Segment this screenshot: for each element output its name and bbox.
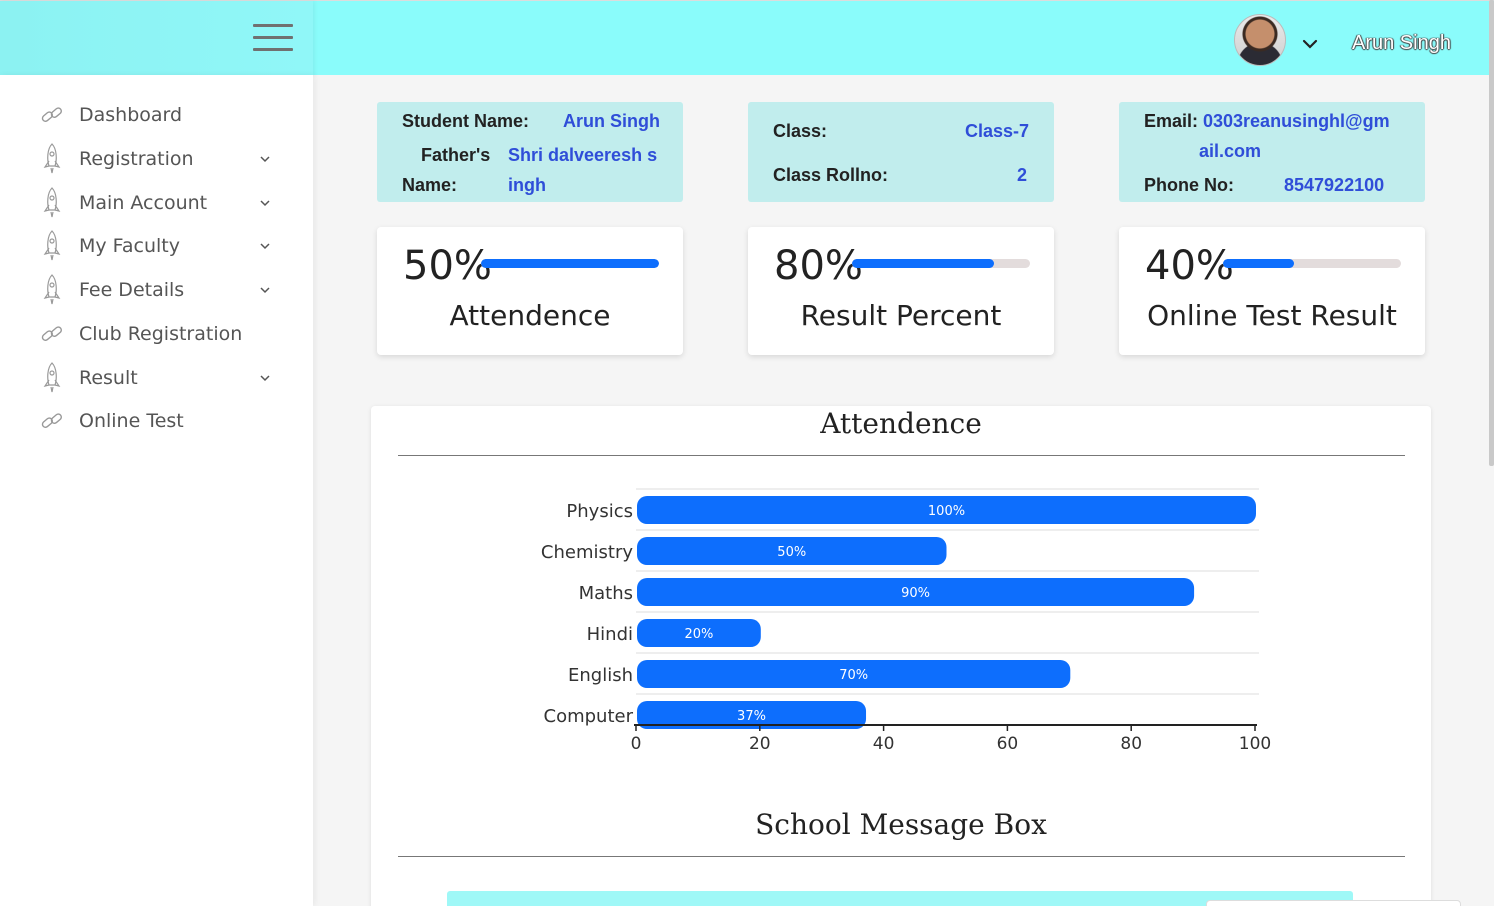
data-label: 100% bbox=[928, 504, 965, 519]
stat-percent: 80% bbox=[774, 243, 863, 289]
phone-value: 8547922100 bbox=[1284, 175, 1385, 195]
message-box-title: School Message Box bbox=[755, 808, 1047, 841]
class-value: Class-7 bbox=[965, 121, 1030, 141]
sidebar-item-label: My Faculty bbox=[79, 235, 180, 257]
data-label: 37% bbox=[737, 709, 766, 724]
sidebar-item-label: Club Registration bbox=[79, 323, 243, 345]
category-label: English bbox=[568, 665, 633, 686]
category-label: Physics bbox=[566, 501, 633, 522]
sidebar-item-main-account[interactable]: Main Account bbox=[30, 183, 280, 223]
attendence-bar-chart: Physics 100% Chemistry 50% Maths 90% Hindi 20% E… bbox=[541, 488, 1271, 754]
data-label: 90% bbox=[901, 586, 930, 601]
hamburger-menu-icon[interactable] bbox=[253, 24, 293, 52]
father-name-label: Father's bbox=[421, 145, 491, 165]
attendence-panel: Attendence Physics 100% Chemistry 50% Maths 9… bbox=[371, 406, 1431, 906]
progress-bar bbox=[1223, 259, 1401, 268]
phone-label: Phone No: bbox=[1144, 175, 1234, 195]
sidebar-item-registration[interactable]: Registration bbox=[30, 139, 280, 179]
class-label: Class: bbox=[773, 121, 828, 141]
category-label: Computer bbox=[544, 706, 634, 727]
progress-fill bbox=[852, 259, 995, 268]
student-name-label: Student Name: bbox=[402, 111, 530, 131]
brand-area bbox=[0, 1, 313, 76]
sidebar-item-dashboard[interactable]: Dashboard bbox=[30, 95, 280, 135]
stat-card-online-test: 40% Online Test Result bbox=[1119, 227, 1425, 355]
data-label: 20% bbox=[684, 627, 713, 642]
category-label: Maths bbox=[579, 583, 633, 604]
rocket-icon bbox=[34, 143, 70, 174]
stat-percent: 40% bbox=[1145, 243, 1234, 289]
progress-bar bbox=[481, 259, 659, 268]
category-label: Chemistry bbox=[541, 542, 633, 563]
sidebar-item-my-faculty[interactable]: My Faculty bbox=[30, 226, 280, 266]
rocket-icon bbox=[34, 230, 70, 261]
data-label: 70% bbox=[839, 668, 868, 683]
x-tick-label: 80 bbox=[1120, 734, 1142, 754]
rocket-icon bbox=[34, 274, 70, 305]
contact-info-card: Email: 0303reanusinghl@gm ail.com Phone … bbox=[1119, 102, 1425, 202]
stat-card-attendence: 50% Attendence bbox=[377, 227, 683, 355]
sidebar-item-label: Main Account bbox=[79, 192, 208, 214]
stat-title: Result Percent bbox=[800, 299, 1002, 332]
sidebar-item-fee-details[interactable]: Fee Details bbox=[30, 270, 280, 310]
sidebar: Dashboard Registration Main Account My F… bbox=[0, 75, 313, 906]
stat-percent: 50% bbox=[403, 243, 492, 289]
father-name-value: Shri dalveeresh s bbox=[508, 145, 658, 165]
data-label: 50% bbox=[777, 545, 806, 560]
link-icon bbox=[34, 101, 70, 129]
rollno-value: 2 bbox=[1017, 165, 1028, 185]
floating-panel bbox=[1206, 900, 1461, 906]
progress-fill bbox=[1223, 259, 1295, 268]
student-name-value: Arun Singh bbox=[563, 111, 660, 131]
email-value: 0303reanusinghl@gm bbox=[1203, 111, 1390, 131]
sidebar-item-club-registration[interactable]: Club Registration bbox=[30, 314, 280, 354]
sidebar-item-label: Registration bbox=[79, 148, 194, 170]
x-tick-label: 20 bbox=[749, 734, 771, 754]
x-tick-label: 0 bbox=[631, 734, 642, 754]
student-info-card: Student Name: Arun Singh Father's Name: … bbox=[377, 102, 683, 202]
chevron-down-icon bbox=[257, 282, 273, 298]
rollno-label: Class Rollno: bbox=[773, 165, 889, 185]
stat-title: Online Test Result bbox=[1147, 299, 1397, 332]
x-tick-label: 40 bbox=[873, 734, 895, 754]
link-icon bbox=[34, 407, 70, 435]
father-name-label-2: Name: bbox=[402, 175, 458, 195]
chevron-down-icon bbox=[257, 151, 273, 167]
scrollbar[interactable] bbox=[1489, 0, 1494, 466]
chevron-down-icon bbox=[257, 195, 273, 211]
father-name-value-2: ingh bbox=[508, 175, 546, 195]
stat-title: Attendence bbox=[449, 299, 611, 332]
avatar[interactable] bbox=[1234, 14, 1286, 66]
email-label: Email: bbox=[1144, 111, 1199, 131]
sidebar-item-label: Dashboard bbox=[79, 104, 183, 126]
sidebar-item-label: Fee Details bbox=[79, 279, 185, 301]
link-icon bbox=[34, 320, 70, 348]
top-bar: Arun Singh bbox=[0, 0, 1494, 76]
chevron-down-icon bbox=[257, 238, 273, 254]
divider bbox=[398, 856, 1405, 857]
x-tick-label: 100 bbox=[1239, 734, 1271, 754]
sidebar-item-online-test[interactable]: Online Test bbox=[30, 401, 280, 441]
sidebar-item-result[interactable]: Result bbox=[30, 358, 280, 398]
rocket-icon bbox=[34, 362, 70, 393]
sidebar-item-label: Online Test bbox=[79, 410, 184, 432]
class-info-card: Class: Class-7 Class Rollno: 2 bbox=[748, 102, 1054, 202]
user-name[interactable]: Arun Singh bbox=[1352, 32, 1451, 55]
chevron-down-icon[interactable] bbox=[1300, 34, 1320, 54]
progress-bar bbox=[852, 259, 1030, 268]
x-tick-label: 60 bbox=[997, 734, 1019, 754]
category-label: Hindi bbox=[587, 624, 633, 645]
email-value-2: ail.com bbox=[1199, 141, 1262, 161]
rocket-icon bbox=[34, 187, 70, 218]
sidebar-item-label: Result bbox=[79, 367, 138, 389]
chevron-down-icon bbox=[257, 370, 273, 386]
stat-card-result-percent: 80% Result Percent bbox=[748, 227, 1054, 355]
progress-fill bbox=[481, 259, 659, 268]
